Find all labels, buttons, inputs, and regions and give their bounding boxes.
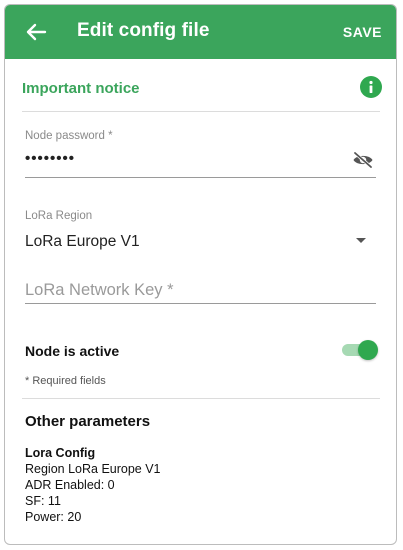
region-select[interactable]: LoRa Europe V1 — [25, 233, 140, 251]
other-parameters-title: Other parameters — [25, 413, 151, 430]
network-key-underline — [25, 303, 376, 304]
param-line: Region LoRa Europe V1 — [25, 462, 161, 476]
password-input[interactable]: •••••••• — [25, 150, 75, 167]
param-line: ADR Enabled: 0 — [25, 478, 115, 492]
chevron-down-icon[interactable] — [356, 238, 366, 243]
arrow-left-icon[interactable] — [25, 22, 47, 42]
region-label: LoRa Region — [25, 210, 93, 222]
lora-config-heading: Lora Config — [25, 446, 96, 460]
app-bar: Edit config file SAVE — [5, 5, 396, 59]
password-underline — [25, 177, 376, 178]
screen-frame: Edit config file SAVE Important notice N… — [4, 4, 397, 545]
section-divider — [22, 398, 380, 399]
param-line: Power: 20 — [25, 510, 82, 524]
important-notice[interactable]: Important notice — [22, 71, 382, 107]
required-fields-note: * Required fields — [25, 375, 106, 387]
page-title: Edit config file — [77, 20, 210, 41]
notice-title: Important notice — [22, 80, 140, 97]
toggle-thumb — [358, 340, 378, 360]
parameters-list: Lora Config Region LoRa Europe V1 ADR En… — [25, 445, 161, 525]
network-key-input[interactable] — [25, 277, 375, 303]
password-label: Node password * — [25, 130, 113, 142]
save-button[interactable]: SAVE — [343, 24, 382, 40]
param-line: SF: 11 — [25, 494, 61, 508]
eye-off-icon[interactable] — [352, 151, 374, 169]
node-active-toggle[interactable] — [342, 340, 378, 360]
info-icon[interactable] — [360, 76, 382, 98]
notice-divider — [22, 111, 380, 112]
node-active-label: Node is active — [25, 343, 120, 359]
